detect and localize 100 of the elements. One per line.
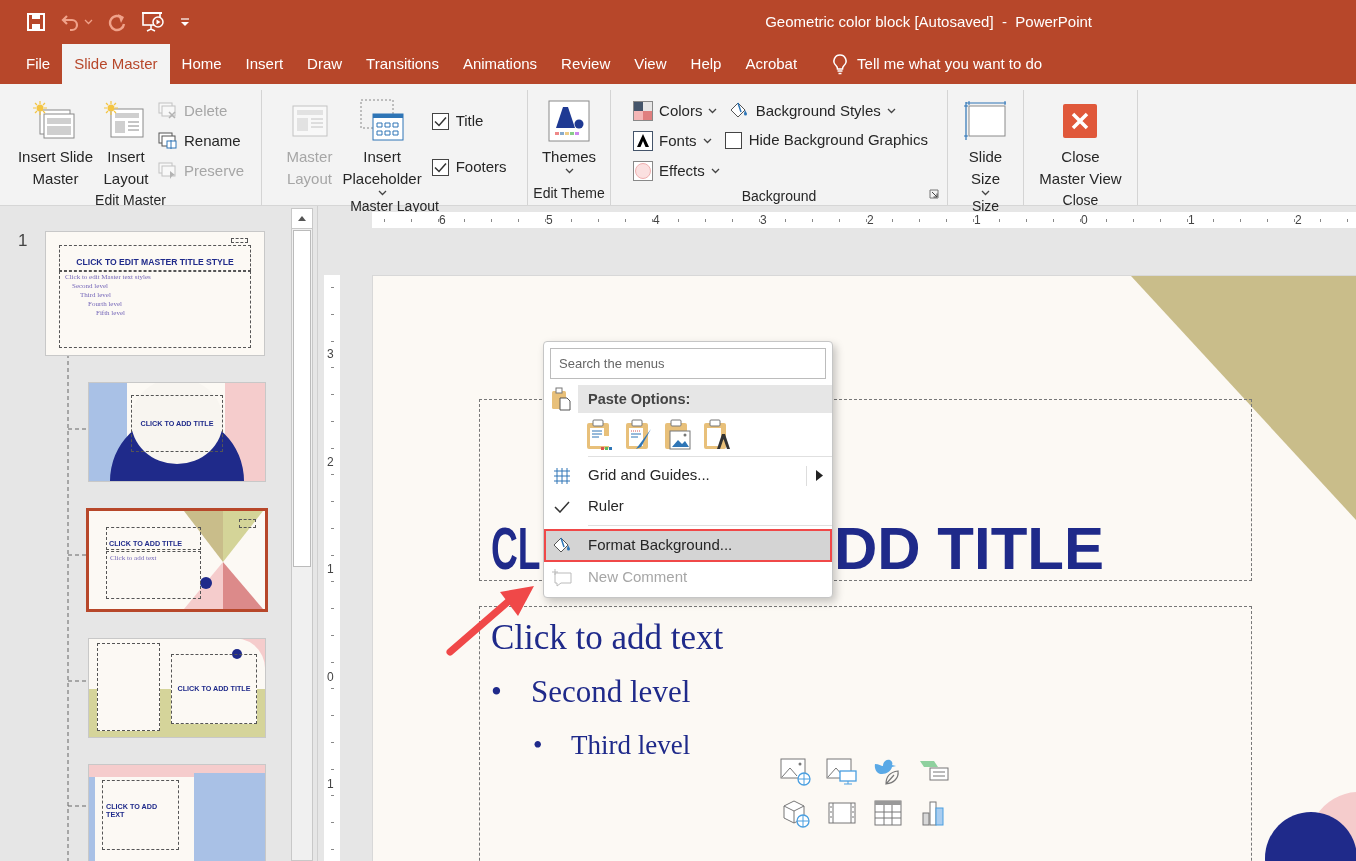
ribbon-button[interactable]: Close Master View <box>1035 96 1126 190</box>
checkbox-option[interactable]: Hide Background Graphics <box>724 126 928 154</box>
ribbon-tab[interactable]: Animations <box>450 44 550 84</box>
chevron-icon <box>377 190 387 196</box>
group-label: Size <box>971 197 1000 215</box>
group-label: Background <box>741 187 817 206</box>
ribbon-button[interactable]: Effects <box>630 156 723 186</box>
ribbon-tab[interactable]: Acrobat <box>733 44 810 84</box>
ruler-number: 1 <box>974 212 981 228</box>
submenu-arrow-icon <box>816 470 823 481</box>
slide-size-icon <box>962 100 1009 142</box>
ruler-number: 5 <box>546 212 553 228</box>
ribbon-tab[interactable]: Slide Master <box>62 44 170 84</box>
chevron-icon <box>708 108 718 114</box>
dialog-launcher-icon[interactable] <box>929 189 939 199</box>
tell-me-search[interactable]: Tell me what you want to do <box>857 52 1043 76</box>
group-label: Master Layout <box>350 197 439 216</box>
clipboard-icon[interactable] <box>586 419 614 451</box>
clipboard-icon[interactable] <box>664 419 692 451</box>
ribbon-button[interactable]: Themes <box>537 96 601 174</box>
ribbon-button[interactable]: Rename <box>155 126 248 156</box>
delete-slide-icon <box>158 102 178 120</box>
ruler-number: 2 <box>867 212 874 228</box>
group-label: Edit Master <box>95 191 166 210</box>
checkmark-icon <box>554 500 570 513</box>
thumbnail-title: CLICK TO EDIT MASTER TITLE STYLE <box>76 258 234 267</box>
menu-item[interactable]: Grid and Guides... <box>544 460 832 491</box>
clipboard-icon[interactable] <box>625 419 653 451</box>
ruler-number: 3 <box>327 347 334 361</box>
ribbon-button[interactable]: Slide Size <box>958 96 1013 196</box>
menu-item[interactable]: Format Background... <box>544 529 832 562</box>
placeholder-box <box>231 238 248 243</box>
ruler-number: 0 <box>1081 212 1088 228</box>
scrollbar[interactable] <box>291 208 313 861</box>
color-palette-icon <box>633 101 654 121</box>
search-field[interactable]: Search the menus <box>550 348 826 379</box>
menu-item[interactable]: Ruler <box>544 491 832 522</box>
ruler-number: 1 <box>327 562 334 576</box>
pin-icon <box>158 162 178 180</box>
ruler-number: 6 <box>439 212 446 228</box>
group-label: Close <box>1062 191 1099 210</box>
bullet: • <box>491 676 502 707</box>
ribbon-button[interactable]: Background Styles <box>724 96 928 126</box>
slide-title: CL <box>491 519 541 579</box>
ribbon-button[interactable]: Insert Placeholder <box>338 96 426 196</box>
chevron-icon <box>886 108 896 114</box>
ribbon-button[interactable]: Colors <box>630 96 723 126</box>
ribbon-tab[interactable]: Insert <box>233 44 296 84</box>
bullet: • <box>533 732 543 759</box>
ribbon-tab[interactable]: View <box>622 44 679 84</box>
close-icon <box>1062 103 1099 139</box>
rename-slide-icon <box>158 132 178 150</box>
checkbox[interactable] <box>724 131 742 149</box>
checkbox-option[interactable]: Footers <box>431 153 507 181</box>
chevron-icon <box>710 168 720 174</box>
grid-icon <box>553 466 571 485</box>
paste-options-header: Paste Options: <box>578 385 832 413</box>
online-picture-icon[interactable] <box>780 756 812 786</box>
slide-number: 1 <box>18 230 28 252</box>
group-label: Edit Theme <box>533 183 605 203</box>
comment-icon <box>551 567 573 588</box>
checkbox[interactable] <box>431 112 449 130</box>
slide-body-text: Second level <box>531 676 691 707</box>
clipboard-icon[interactable] <box>703 419 731 451</box>
slide-title: DD TITLE <box>834 519 1104 579</box>
font-icon <box>633 131 654 151</box>
picture-screen-icon[interactable] <box>826 756 858 786</box>
ribbon-tab[interactable]: File <box>14 44 63 84</box>
checkbox[interactable] <box>431 158 449 176</box>
ribbon-tab[interactable]: Home <box>169 44 234 84</box>
effects-icon <box>633 161 654 181</box>
ruler-number: 4 <box>653 212 660 228</box>
lightbulb-icon[interactable] <box>831 53 850 75</box>
slide-body-text: Third level <box>571 732 691 759</box>
ribbon-button[interactable]: Fonts <box>630 126 723 156</box>
ribbon-tab[interactable]: Review <box>549 44 623 84</box>
ruler-number: 2 <box>327 454 334 469</box>
scrollbar-thumb[interactable] <box>293 230 311 567</box>
chevron-icon <box>564 168 574 174</box>
ruler-number: 1 <box>327 777 334 791</box>
ruler-number: 0 <box>327 669 334 684</box>
placeholder-box <box>239 519 256 528</box>
cube-icon[interactable] <box>780 798 812 828</box>
clipboard-icon <box>551 387 571 411</box>
slide-body-text: Click to add text <box>491 620 724 655</box>
ruler-number: 3 <box>760 212 767 228</box>
scroll-up-arrow-icon[interactable] <box>298 216 306 221</box>
table-icon[interactable] <box>872 798 904 828</box>
window-title: Geometric color block [Autosaved] - PowerPoint <box>765 11 1092 32</box>
ribbon-tab[interactable]: Help <box>678 44 734 84</box>
ruler-number: 2 <box>1295 212 1302 228</box>
ribbon-button[interactable]: Insert Slide Master <box>13 96 97 190</box>
chevron-icon <box>702 138 712 144</box>
ribbon-tab[interactable]: Transitions <box>354 44 451 84</box>
ribbon-button[interactable]: Insert Layout <box>99 96 153 190</box>
checkbox-option[interactable]: Title <box>431 107 507 135</box>
chevron-icon <box>981 190 990 196</box>
ribbon-tab[interactable]: Draw <box>295 44 355 84</box>
themes-icon <box>548 100 590 142</box>
ruler-number: 1 <box>1188 212 1195 228</box>
